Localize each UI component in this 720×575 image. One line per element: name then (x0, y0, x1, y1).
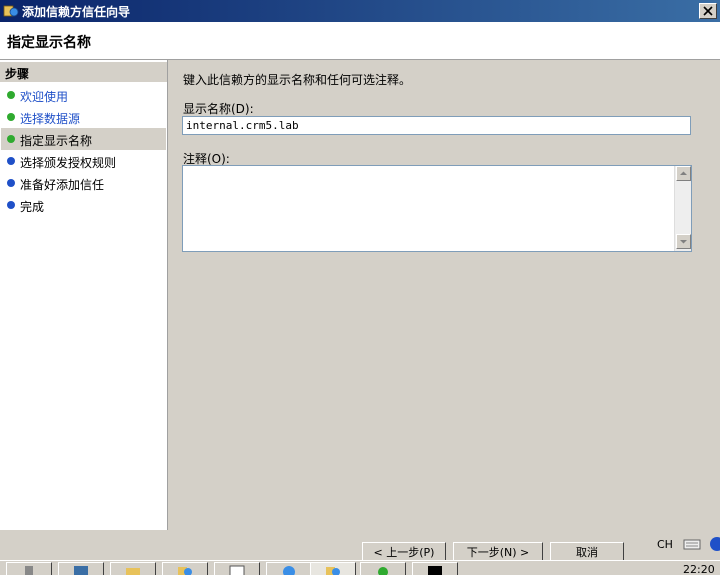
app-icon (3, 5, 19, 17)
powershell-icon (74, 566, 88, 575)
adfs-icon (326, 567, 340, 575)
step-status-icon (7, 91, 15, 99)
chevron-down-icon (680, 240, 687, 244)
steps-panel: 步骤 欢迎使用 选择数据源 指定显示名称 选择颁发授权规则 准备好添加信任 完成 (0, 60, 168, 530)
step-finish[interactable]: 完成 (1, 194, 166, 216)
step-status-icon (7, 179, 15, 187)
clock: 22:20 (683, 563, 715, 575)
scroll-up-button[interactable] (676, 166, 691, 181)
taskbar-button[interactable] (6, 562, 52, 575)
content-panel: 键入此信赖方的显示名称和任何可选注释。 显示名称(D): 注释(O): (170, 60, 720, 530)
language-indicator[interactable]: CH (657, 538, 673, 551)
step-label: 选择数据源 (20, 112, 81, 126)
taskbar-button[interactable] (110, 562, 156, 575)
adfs-icon (178, 567, 192, 575)
step-label: 准备好添加信任 (20, 178, 105, 192)
server-icon (25, 566, 33, 575)
folder-icon (126, 568, 140, 575)
step-ready-to-add[interactable]: 准备好添加信任 (1, 172, 166, 194)
step-select-data-source[interactable]: 选择数据源 (1, 106, 166, 128)
chevron-up-icon (680, 171, 687, 175)
taskbar-button[interactable] (162, 562, 208, 575)
display-name-label: 显示名称(D): (183, 102, 254, 116)
display-name-input[interactable] (182, 116, 691, 135)
taskbar-button-active[interactable] (310, 562, 356, 575)
steps-title: 步骤 (0, 62, 167, 82)
wizard-header: 指定显示名称 (0, 22, 720, 60)
taskbar-button[interactable] (214, 562, 260, 575)
cmd-icon (428, 566, 442, 575)
step-status-icon (7, 201, 15, 209)
ie-icon (283, 566, 295, 575)
step-label: 指定显示名称 (20, 134, 93, 148)
scroll-down-button[interactable] (676, 234, 691, 249)
keyboard-icon[interactable] (683, 536, 701, 552)
taskbar-button[interactable] (266, 562, 312, 575)
globe-icon (378, 567, 388, 575)
taskbar-button[interactable] (412, 562, 458, 575)
step-label: 欢迎使用 (20, 90, 69, 104)
taskbar: 22:20 (0, 560, 720, 575)
step-status-icon (7, 157, 15, 165)
window-title: 添加信赖方信任向导 (22, 5, 131, 19)
close-icon (703, 6, 713, 16)
step-status-icon (7, 135, 15, 143)
taskbar-button[interactable] (58, 562, 104, 575)
title-bar: 添加信赖方信任向导 (0, 0, 720, 22)
step-display-name[interactable]: 指定显示名称 (1, 128, 166, 150)
window-icon (229, 565, 245, 575)
step-label: 完成 (20, 200, 45, 214)
intro-text: 键入此信赖方的显示名称和任何可选注释。 (183, 73, 412, 87)
step-welcome[interactable]: 欢迎使用 (1, 84, 166, 106)
step-status-icon (7, 113, 15, 121)
notes-textarea[interactable] (182, 165, 692, 252)
step-issuance-rules[interactable]: 选择颁发授权规则 (1, 150, 166, 172)
page-title: 指定显示名称 (7, 35, 91, 51)
taskbar-button[interactable] (360, 562, 406, 575)
step-label: 选择颁发授权规则 (20, 156, 117, 170)
notes-scrollbar[interactable] (674, 166, 691, 251)
help-icon[interactable] (710, 537, 720, 551)
close-button[interactable] (699, 3, 717, 19)
